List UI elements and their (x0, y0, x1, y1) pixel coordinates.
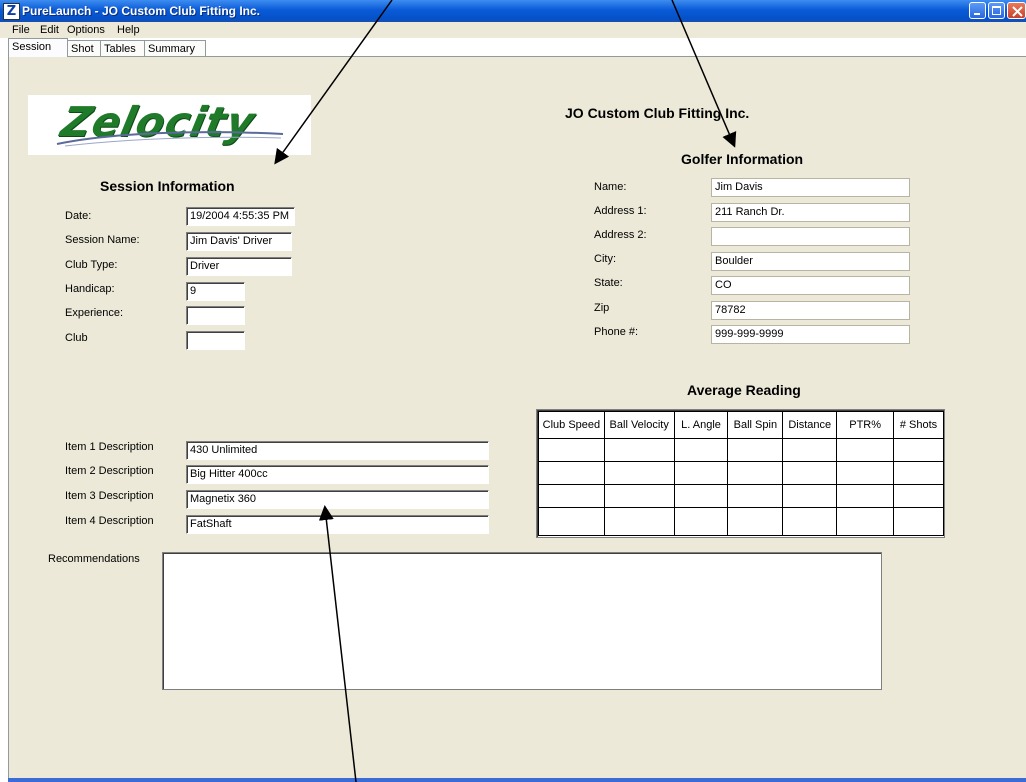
club-type-field[interactable]: Driver (186, 257, 292, 276)
app-z-icon: Z (3, 3, 20, 20)
maximize-button[interactable] (988, 2, 1005, 19)
menu-help[interactable]: Help (117, 22, 140, 38)
window-title: PureLaunch - JO Custom Club Fitting Inc. (22, 4, 261, 18)
col-ball-velocity: Ball Velocity (603, 411, 675, 439)
item1-label: Item 1 Description (65, 441, 154, 453)
minimize-icon (974, 13, 980, 15)
item4-field[interactable]: FatShaft (186, 515, 489, 534)
close-button[interactable] (1007, 2, 1026, 19)
item2-field[interactable]: Big Hitter 400cc (186, 465, 489, 484)
item1-field[interactable]: 430 Unlimited (186, 441, 489, 460)
bottom-edge (8, 778, 1026, 782)
col-launch-angle: L. Angle (673, 411, 729, 439)
address1-label: Address 1: (594, 205, 647, 217)
zip-label: Zip (594, 302, 610, 314)
col-shots: # Shots (893, 411, 944, 439)
item3-field[interactable]: Magnetix 360 (186, 490, 489, 509)
address2-label: Address 2: (594, 229, 647, 241)
name-field[interactable]: Jim Davis (711, 178, 910, 197)
club-type-label: Club Type: (65, 259, 118, 271)
average-reading-heading: Average Reading (687, 382, 801, 398)
city-label: City: (594, 253, 616, 265)
recommendations-textarea[interactable] (162, 552, 882, 690)
menu-options[interactable]: Options (67, 22, 105, 38)
handicap-label: Handicap: (65, 283, 115, 295)
tab-summary[interactable]: Summary (144, 40, 206, 56)
col-club-speed: Club Speed (538, 411, 605, 439)
table-row[interactable] (538, 484, 944, 508)
golfer-info-heading: Golfer Information (681, 151, 804, 167)
company-name: JO Custom Club Fitting Inc. (565, 105, 750, 121)
phone-field[interactable]: 999-999-9999 (711, 325, 910, 344)
readings-grid: Club Speed Ball Velocity L. Angle Ball S… (538, 411, 944, 536)
session-info-heading: Session Information (100, 178, 235, 194)
name-label: Name: (594, 181, 627, 193)
menu-edit[interactable]: Edit (40, 22, 59, 38)
item3-label: Item 3 Description (65, 490, 154, 502)
tab-tables[interactable]: Tables (100, 40, 145, 56)
item4-label: Item 4 Description (65, 515, 154, 527)
session-name-field[interactable]: Jim Davis' Driver (186, 232, 292, 251)
city-field[interactable]: Boulder (711, 252, 910, 271)
average-reading-table: Club Speed Ball Velocity L. Angle Ball S… (536, 409, 945, 538)
tab-shot[interactable]: Shot (67, 40, 101, 56)
close-icon (1012, 6, 1023, 17)
menu-bar (0, 22, 1026, 38)
experience-field[interactable] (186, 306, 245, 325)
handicap-field[interactable]: 9 (186, 282, 245, 301)
table-row[interactable] (538, 438, 944, 462)
state-label: State: (594, 277, 623, 289)
date-label: Date: (65, 210, 92, 222)
session-name-label: Session Name: (65, 234, 140, 246)
recommendations-label: Recommendations (48, 553, 140, 565)
logo-swoosh-icon (56, 131, 284, 147)
club-label: Club (65, 332, 88, 344)
address1-field[interactable]: 211 Ranch Dr. (711, 203, 910, 222)
table-header-row: Club Speed Ball Velocity L. Angle Ball S… (538, 411, 944, 439)
menu-file[interactable]: File (12, 22, 30, 38)
experience-label: Experience: (65, 307, 124, 319)
club-field[interactable] (186, 331, 245, 350)
date-field[interactable]: 19/2004 4:55:35 PM (186, 207, 295, 226)
col-ptr: PTR% (836, 411, 895, 439)
item2-label: Item 2 Description (65, 465, 154, 477)
phone-label: Phone #: (594, 326, 639, 338)
tab-session[interactable]: Session (8, 38, 68, 57)
zip-field[interactable]: 78782 (711, 301, 910, 320)
table-row[interactable] (538, 461, 944, 485)
maximize-icon (992, 6, 1001, 15)
col-ball-spin: Ball Spin (727, 411, 784, 439)
col-distance: Distance (782, 411, 838, 439)
minimize-button[interactable] (969, 2, 986, 19)
table-row[interactable] (538, 507, 944, 536)
address2-field[interactable] (711, 227, 910, 246)
state-field[interactable]: CO (711, 276, 910, 295)
